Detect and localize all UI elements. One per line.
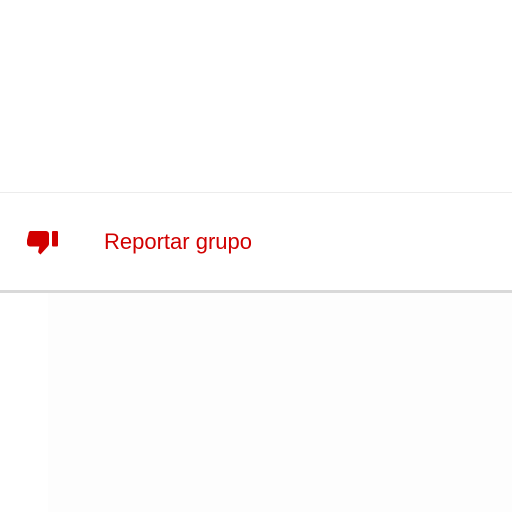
thumbs-down-icon [25, 229, 61, 257]
top-blank-area [0, 0, 512, 192]
content-panel [48, 293, 512, 512]
bottom-blank-area [0, 293, 512, 512]
report-group-item[interactable]: Reportar grupo [0, 193, 512, 290]
report-group-label: Reportar grupo [104, 229, 252, 254]
screen: Reportar grupo [0, 0, 512, 512]
